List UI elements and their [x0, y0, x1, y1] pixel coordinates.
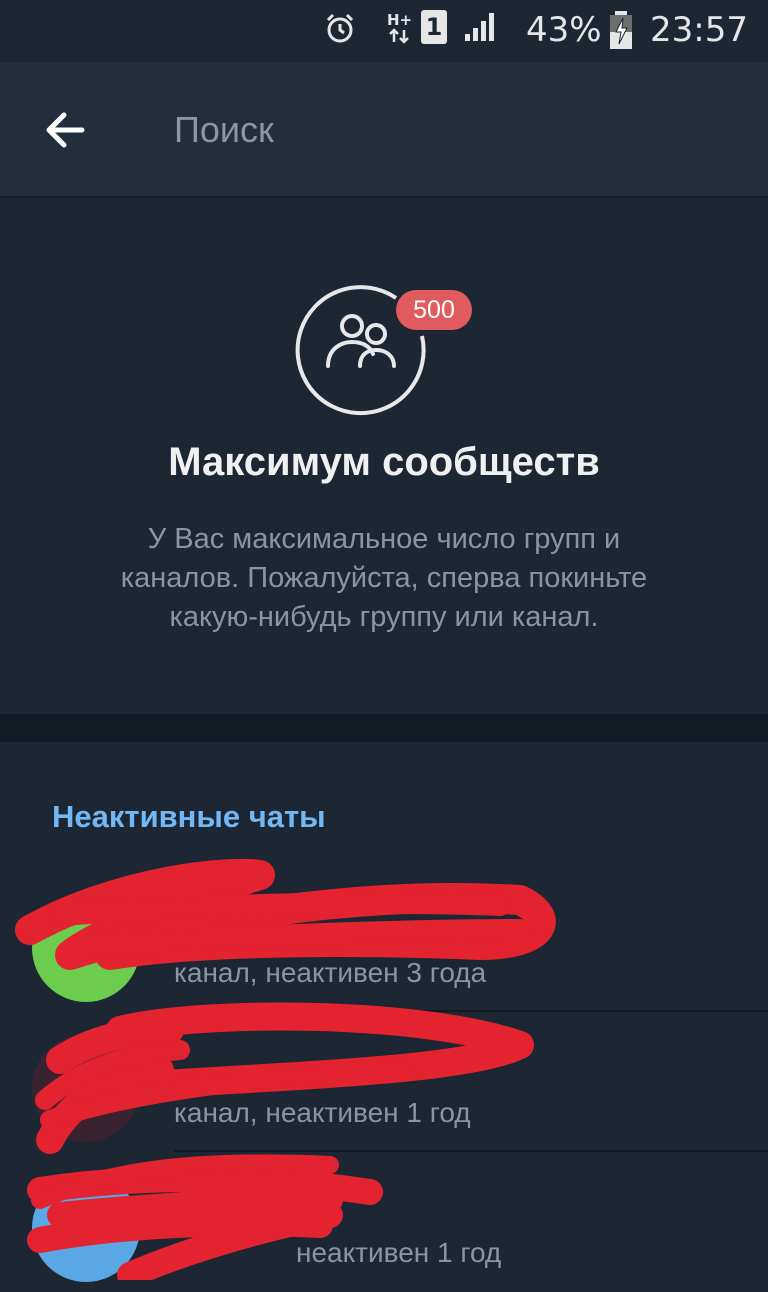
avatar	[32, 1034, 140, 1142]
avatar	[32, 894, 140, 1002]
chat-row[interactable]: неактивен 1 год	[0, 1152, 768, 1292]
inactive-chats-list: Неактивные чаты канал, неактивен 3 года …	[0, 742, 768, 1282]
avatar	[32, 1174, 140, 1282]
inactive-chats-header: Неактивные чаты	[52, 799, 326, 834]
arrow-back-icon	[46, 112, 85, 148]
search-input[interactable]	[174, 102, 734, 158]
sim-slot-label: 1	[425, 13, 443, 41]
alarm-icon	[326, 13, 354, 43]
chat-status: канал, неактивен 3 года	[174, 957, 487, 988]
chat-status: канал, неактивен 1 год	[174, 1097, 471, 1128]
limit-count-badge: 500	[396, 290, 472, 330]
signal-icon	[465, 13, 494, 41]
limit-description: У Вас максимальное число групп и каналов…	[120, 523, 648, 633]
battery-charging-icon	[610, 11, 632, 49]
chat-row[interactable]: канал, неактивен 1 год	[0, 1012, 768, 1152]
sim-1-icon: 1	[421, 10, 447, 44]
communities-limit-notice: 500 Максимум сообществ У Вас максимально…	[0, 198, 768, 714]
badge-count: 500	[413, 295, 455, 324]
clock: 23:57	[650, 10, 748, 50]
section-divider	[0, 714, 768, 742]
limit-title: Максимум сообществ	[168, 440, 600, 484]
network-h-plus-icon: H+	[387, 11, 412, 44]
back-button[interactable]	[36, 104, 96, 156]
status-bar: H+ 1 43% 23:57	[0, 0, 768, 62]
search-header	[0, 62, 768, 196]
battery-percent: 43%	[526, 10, 602, 50]
chat-status: неактивен 1 год	[296, 1237, 502, 1268]
chat-row[interactable]: канал, неактивен 3 года	[0, 872, 768, 1012]
network-type-label: H+	[387, 11, 412, 29]
